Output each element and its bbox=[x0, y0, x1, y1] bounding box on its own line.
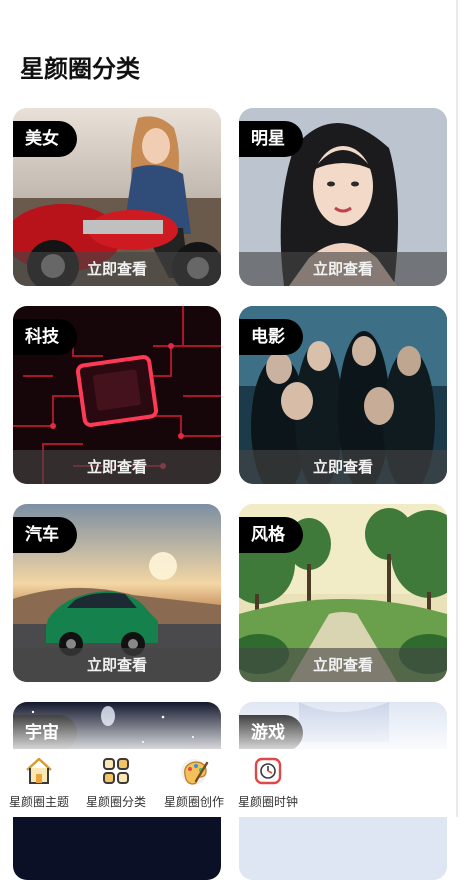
bottom-tab-bar: 星颜圈主题 星颜圈分类 星颜圈创作 星颜圈时钟 bbox=[0, 749, 460, 817]
category-tag: 科技 bbox=[13, 319, 77, 355]
category-card-movie[interactable]: 电影 立即查看 bbox=[239, 306, 447, 484]
tab-create[interactable]: 星颜圈创作 bbox=[155, 749, 233, 817]
palette-icon bbox=[181, 759, 209, 785]
view-now-button[interactable]: 立即查看 bbox=[13, 252, 221, 286]
tab-label: 星颜圈分类 bbox=[85, 795, 146, 809]
scroll-fade bbox=[0, 700, 460, 750]
clock-icon bbox=[254, 757, 282, 785]
tab-theme[interactable]: 星颜圈主题 bbox=[0, 749, 78, 817]
category-tag: 汽车 bbox=[13, 517, 77, 553]
category-card-celebrity[interactable]: 明星 立即查看 bbox=[239, 108, 447, 286]
grid-icon bbox=[103, 758, 129, 784]
category-card-style[interactable]: 风格 立即查看 bbox=[239, 504, 447, 682]
tab-label: 星颜圈主题 bbox=[8, 795, 69, 809]
tab-clock[interactable]: 星颜圈时钟 bbox=[229, 749, 307, 817]
category-tag: 明星 bbox=[239, 121, 303, 157]
view-now-button[interactable]: 立即查看 bbox=[13, 450, 221, 484]
scrollbar-track bbox=[456, 0, 458, 817]
category-tag: 美女 bbox=[13, 121, 77, 157]
category-tag: 风格 bbox=[239, 517, 303, 553]
home-icon bbox=[26, 757, 52, 784]
view-now-button[interactable]: 立即查看 bbox=[239, 252, 447, 286]
view-now-button[interactable]: 立即查看 bbox=[239, 450, 447, 484]
category-card-car[interactable]: 汽车 立即查看 bbox=[13, 504, 221, 682]
page-title: 星颜圈分类 bbox=[20, 55, 140, 83]
category-tag: 电影 bbox=[239, 319, 303, 355]
category-card-beauty[interactable]: 美女 立即查看 bbox=[13, 108, 221, 286]
tab-label: 星颜圈时钟 bbox=[237, 795, 298, 809]
view-now-button[interactable]: 立即查看 bbox=[13, 648, 221, 682]
view-now-button[interactable]: 立即查看 bbox=[239, 648, 447, 682]
category-card-tech[interactable]: 科技 立即查看 bbox=[13, 306, 221, 484]
tab-label: 星颜圈创作 bbox=[163, 795, 224, 809]
tab-category[interactable]: 星颜圈分类 bbox=[77, 749, 155, 817]
